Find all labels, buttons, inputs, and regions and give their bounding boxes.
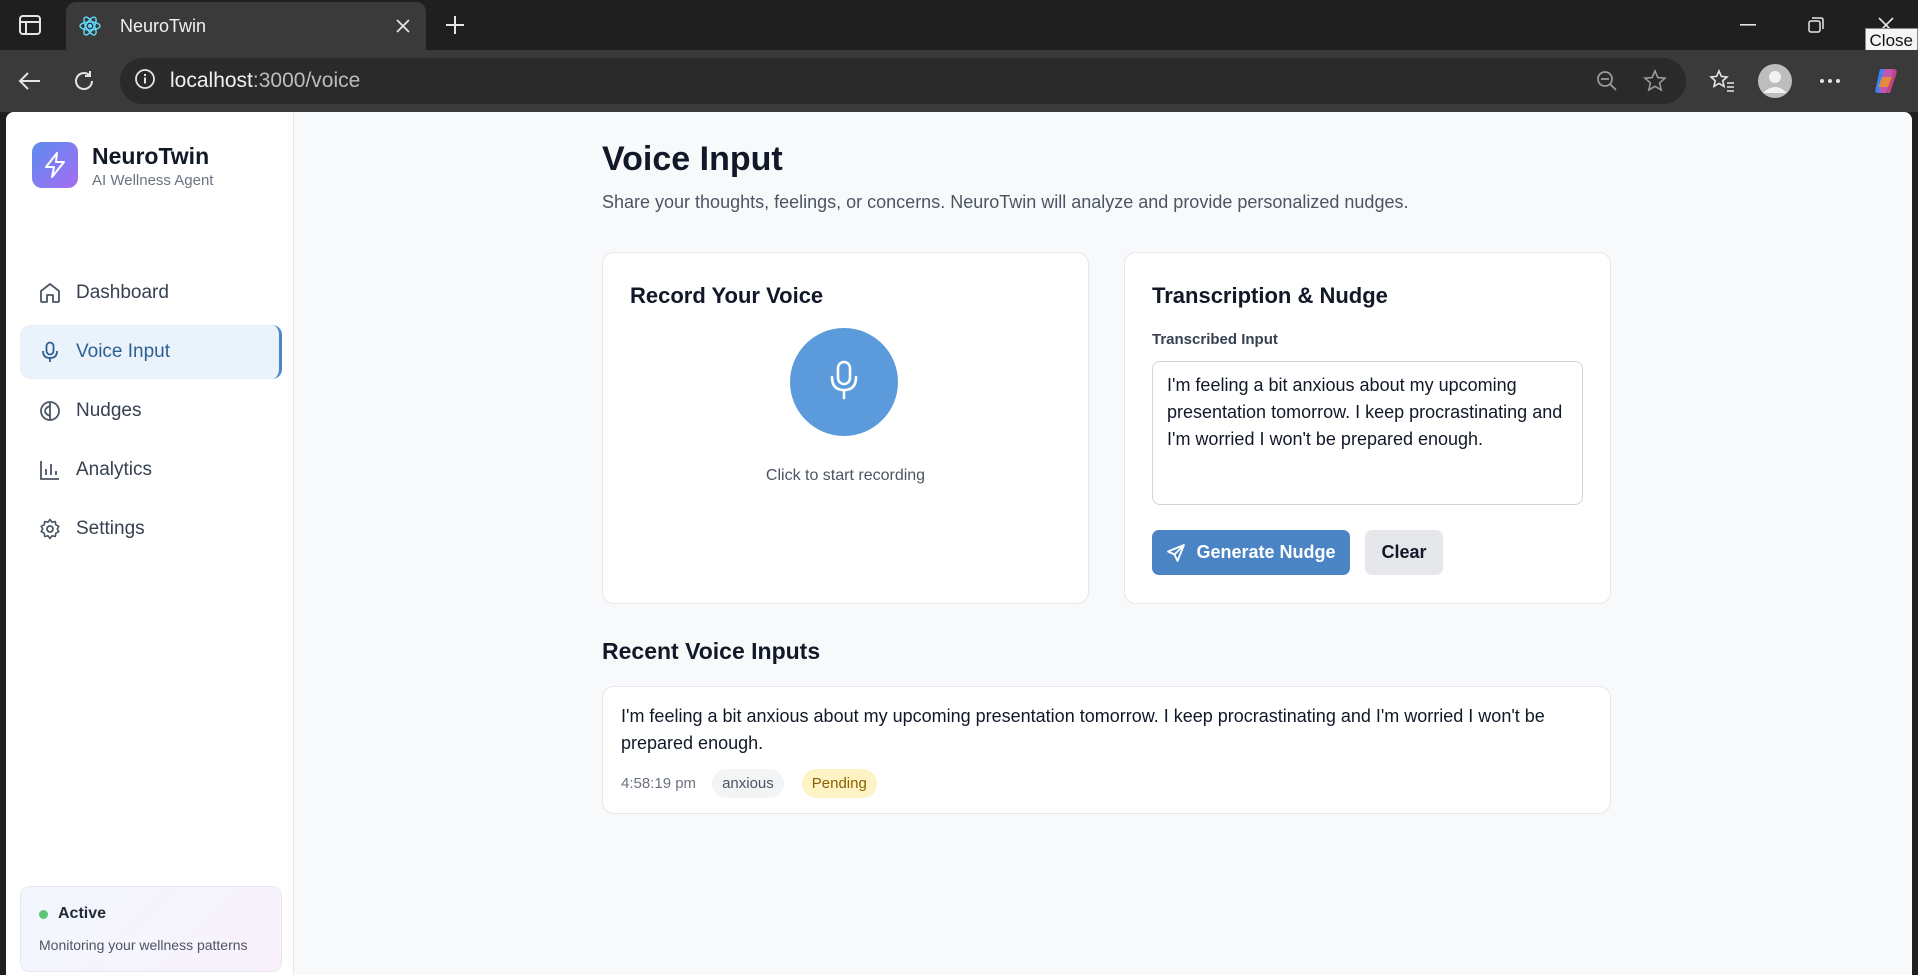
address-bar[interactable]: localhost:3000/voice [120, 58, 1686, 104]
transcription-card-title: Transcription & Nudge [1152, 283, 1388, 308]
reload-icon[interactable] [66, 63, 102, 99]
browser-toolbar: localhost:3000/voice [0, 50, 1918, 112]
new-tab-icon[interactable] [438, 8, 472, 42]
lightning-logo-icon [32, 142, 78, 188]
sidebar-item-label: Dashboard [76, 282, 169, 303]
tab-close-icon[interactable] [388, 11, 418, 41]
site-info-icon[interactable] [134, 68, 156, 95]
sidebar-item-analytics[interactable]: Analytics [20, 443, 282, 497]
app-viewport: NeuroTwin AI Wellness Agent Dashboard Vo… [6, 112, 1912, 975]
more-menu-icon[interactable] [1812, 63, 1848, 99]
sidebar-item-label: Analytics [76, 459, 153, 480]
react-favicon-icon [78, 14, 102, 38]
browser-tab[interactable]: NeuroTwin [66, 2, 426, 50]
clear-button[interactable]: Clear [1365, 530, 1443, 575]
sidebar-item-label: Settings [76, 518, 145, 539]
record-mic-button[interactable] [790, 328, 898, 436]
record-voice-card: Record Your Voice Click to start recordi… [602, 252, 1089, 604]
gear-icon [38, 517, 62, 541]
sidebar-item-label: Nudges [76, 400, 142, 421]
mood-badge: anxious [712, 769, 784, 798]
record-hint: Click to start recording [765, 467, 926, 484]
mic-icon [38, 340, 62, 364]
browser-tab-bar: NeuroTwin Close [0, 0, 1918, 54]
profile-avatar-icon[interactable] [1757, 63, 1793, 99]
minimize-icon[interactable] [1718, 6, 1778, 44]
record-card-title: Record Your Voice [630, 283, 824, 308]
favorite-star-icon[interactable] [1640, 66, 1670, 96]
page-title: Voice Input [602, 140, 783, 178]
page-description: Share your thoughts, feelings, or concer… [602, 192, 1409, 212]
brand-name: NeuroTwin [92, 143, 210, 169]
transcribed-input-label: Transcribed Input [1152, 331, 1278, 348]
url-text: localhost:3000/voice [170, 69, 361, 92]
brand: NeuroTwin AI Wellness Agent [32, 142, 213, 189]
timestamp: 4:58:19 pm [621, 775, 697, 792]
recent-input-meta: 4:58:19 pm anxious Pending [621, 769, 877, 798]
sidebar: NeuroTwin AI Wellness Agent Dashboard Vo… [6, 112, 294, 975]
favorites-icon[interactable] [1704, 63, 1740, 99]
sidebar-item-settings[interactable]: Settings [20, 502, 282, 556]
sidebar-item-label: Voice Input [76, 341, 171, 362]
generate-nudge-label: Generate Nudge [1196, 542, 1336, 562]
list-item[interactable]: I'm feeling a bit anxious about my upcom… [602, 686, 1611, 814]
sidebar-item-dashboard[interactable]: Dashboard [20, 266, 282, 320]
sidebar-nav: Dashboard Voice Input Nudges Analytics S… [20, 266, 282, 561]
recent-inputs-title: Recent Voice Inputs [602, 638, 821, 664]
status-title: Active [58, 905, 107, 922]
sidebar-item-nudges[interactable]: Nudges [20, 384, 282, 438]
send-icon [1167, 543, 1186, 562]
main-content: Voice Input Share your thoughts, feeling… [296, 112, 1912, 975]
status-dot [39, 909, 48, 919]
transcription-card: Transcription & Nudge Transcribed Input … [1124, 252, 1611, 604]
brain-icon [38, 399, 62, 423]
bar-chart-icon [38, 458, 62, 482]
mic-icon [829, 360, 859, 405]
status-description: Monitoring your wellness patterns [39, 937, 248, 953]
transcribed-input-field[interactable]: I'm feeling a bit anxious about my upcom… [1152, 361, 1583, 505]
status-badge: Pending [801, 769, 877, 798]
tab-actions-icon[interactable] [14, 10, 46, 40]
back-arrow-icon[interactable] [12, 63, 48, 99]
recent-input-text: I'm feeling a bit anxious about my upcom… [621, 706, 1545, 753]
copilot-icon[interactable] [1868, 63, 1904, 99]
tab-title: NeuroTwin [120, 15, 207, 36]
zoom-out-icon[interactable] [1592, 66, 1622, 96]
brand-subtitle: AI Wellness Agent [92, 172, 214, 189]
status-card: Active Monitoring your wellness patterns [20, 886, 282, 972]
restore-icon[interactable] [1786, 6, 1846, 44]
generate-nudge-button[interactable]: Generate Nudge [1152, 530, 1350, 575]
sidebar-item-voice-input[interactable]: Voice Input [20, 325, 282, 379]
home-icon [38, 281, 62, 305]
